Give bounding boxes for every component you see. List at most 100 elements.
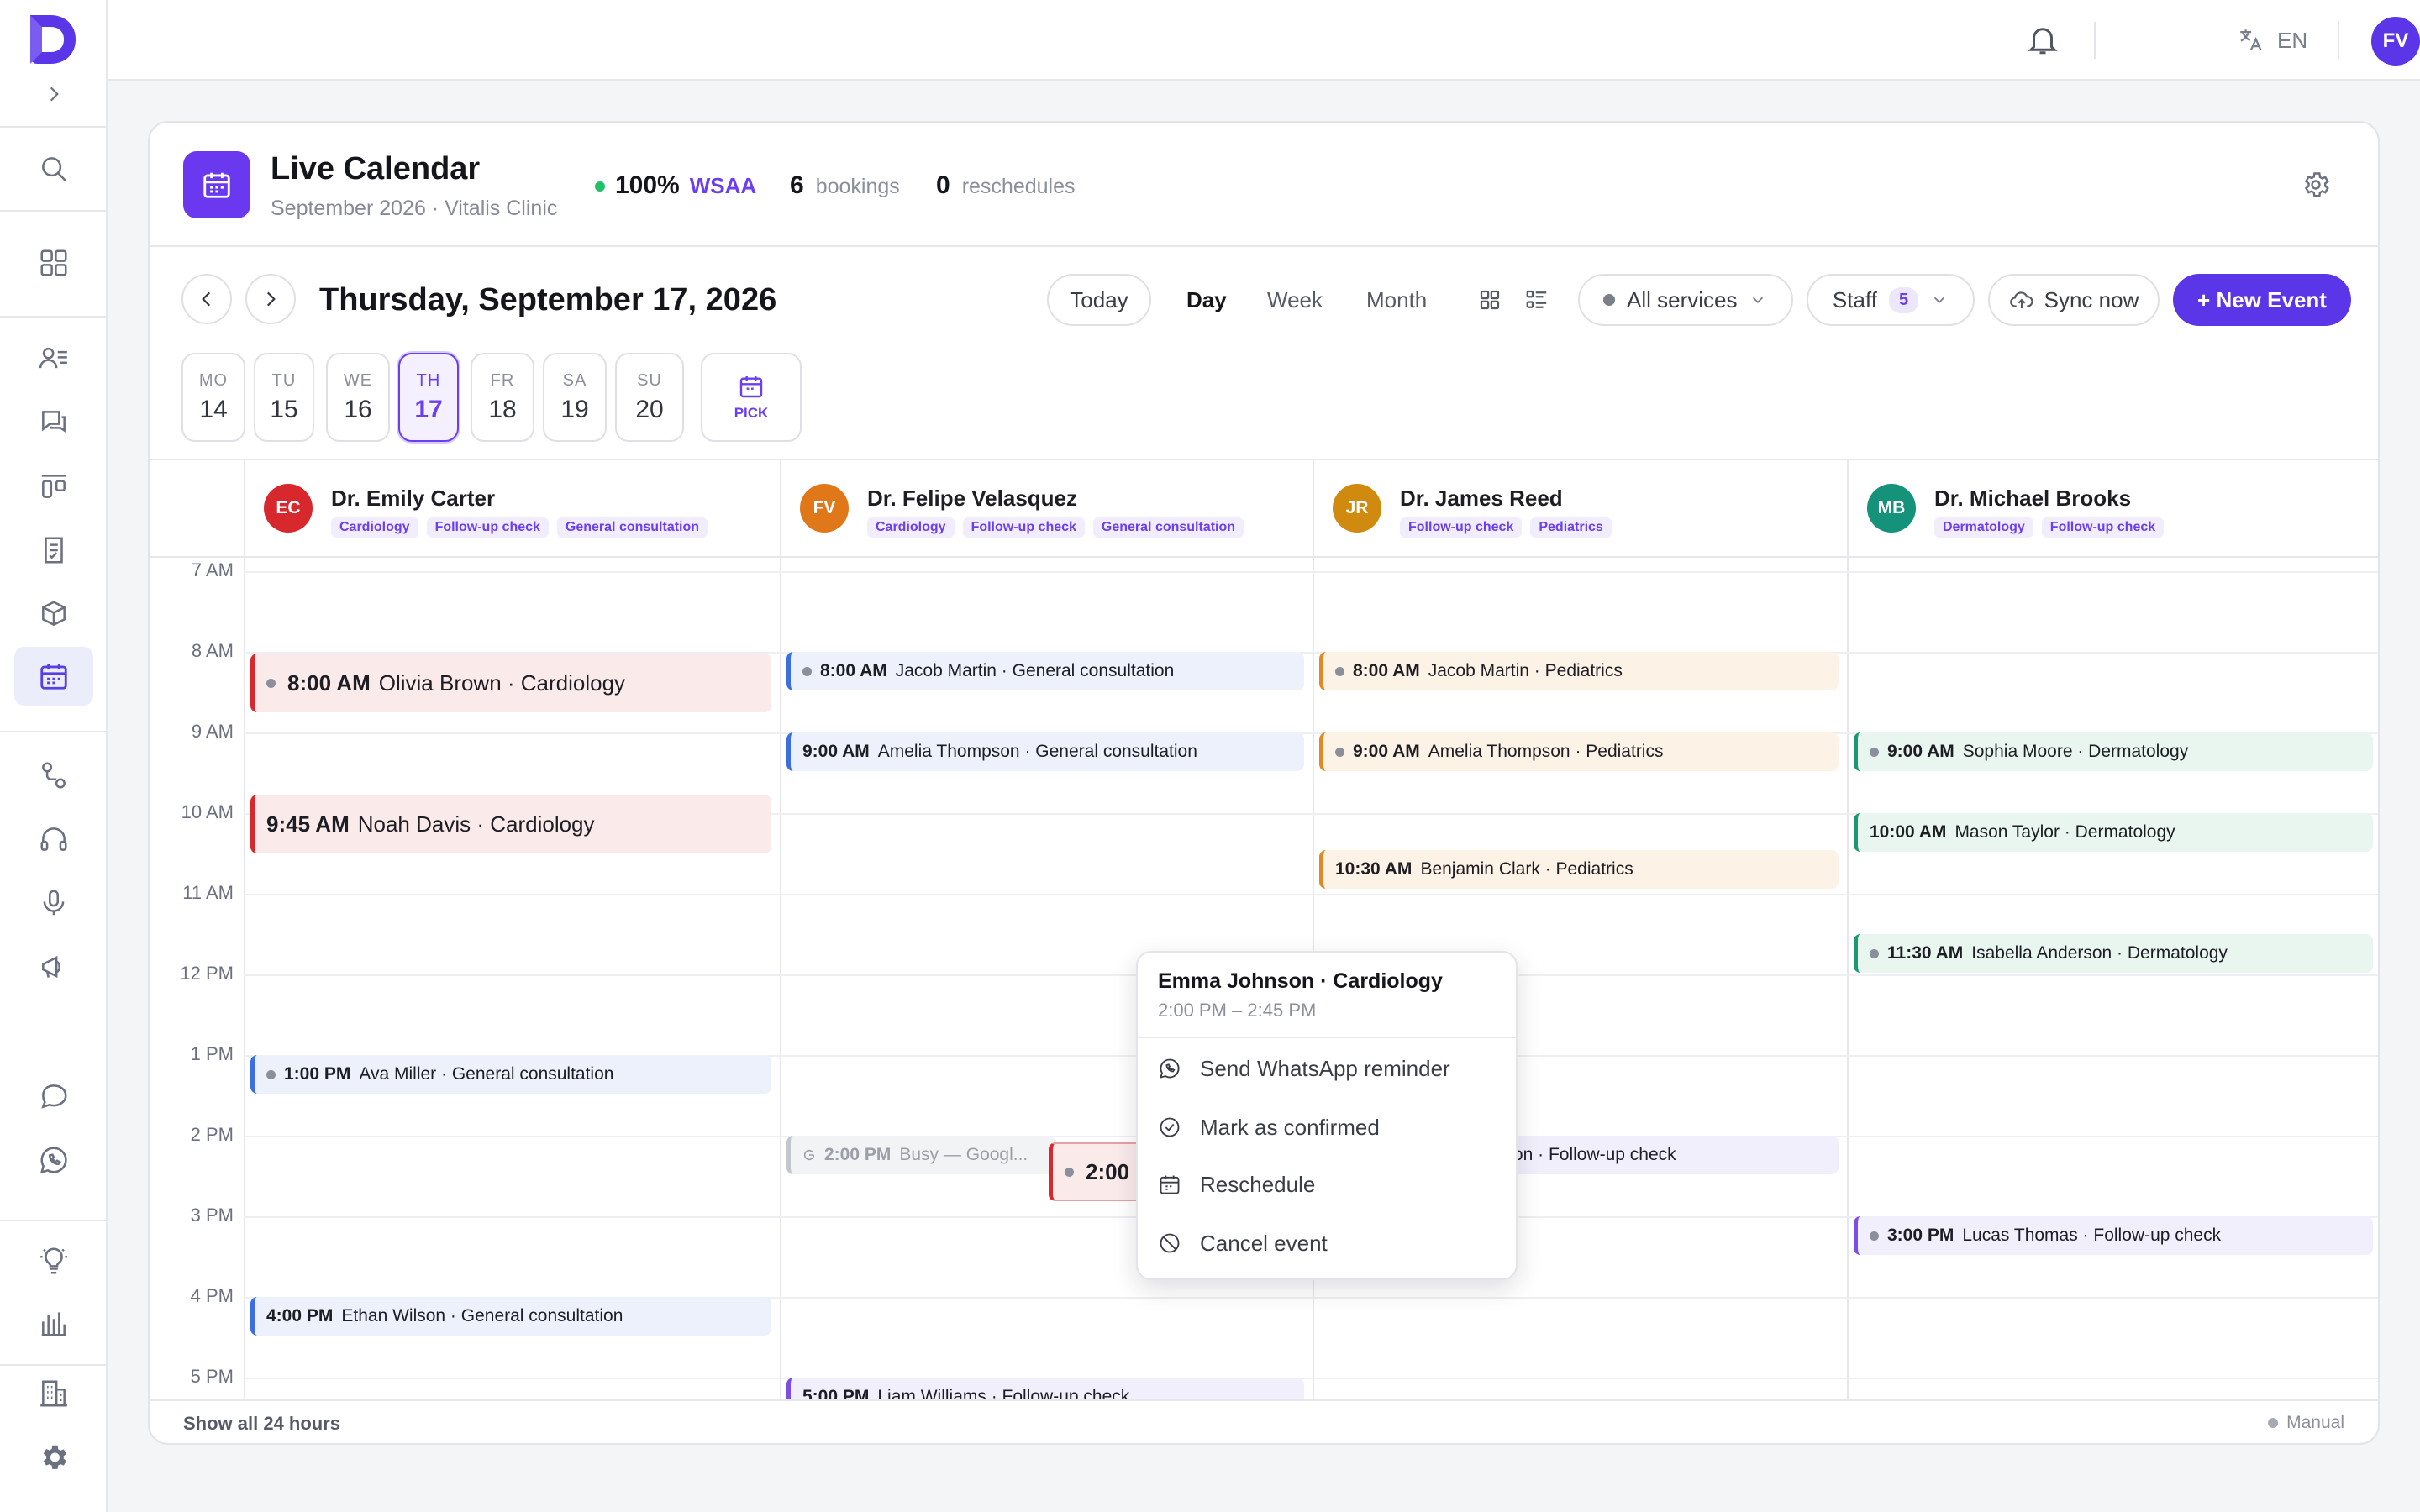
rail-whatsapp[interactable] (14, 1131, 93, 1189)
time-label: 5 PM (190, 1366, 234, 1387)
grid-view-icon[interactable] (1477, 287, 1502, 312)
event-block[interactable]: 10:30 AM Benjamin Clark · Pediatrics (1319, 850, 1839, 889)
rail-conversations[interactable] (14, 393, 93, 452)
services-filter[interactable]: All services (1578, 274, 1793, 326)
wsaa-link[interactable]: WSAA (690, 173, 756, 199)
event-block[interactable]: 9:00 AM Sophia Moore · Dermatology (1854, 732, 2373, 771)
day-option-th[interactable]: TH 17 (398, 353, 459, 442)
show-all-hours-link[interactable]: Show all 24 hours (183, 1413, 340, 1435)
event-block[interactable]: 8:00 AM Olivia Brown · Cardiology (250, 654, 771, 712)
sync-mode-indicator: Manual (2268, 1413, 2344, 1433)
cancel-event-item[interactable]: Cancel event (1158, 1226, 1328, 1260)
staff-avatar: MB (1867, 484, 1916, 533)
day-option-sa[interactable]: SA 19 (543, 353, 607, 442)
event-title: Lucas Thomas · Follow-up check (1962, 1226, 2222, 1245)
day-option-fr[interactable]: FR 18 (471, 353, 534, 442)
staff-column-header[interactable]: EC Dr. Emily Carter Cardiology Follow-up ch… (244, 460, 778, 556)
staff-column-header[interactable]: JR Dr. James Reed Follow-up check Pediatric… (1313, 460, 1845, 556)
view-month-tab[interactable]: Month (1366, 274, 1427, 326)
staff-name: Dr. Emily Carter (331, 486, 496, 511)
staff-filter[interactable]: Staff 5 (1807, 274, 1975, 326)
sync-now-button[interactable]: Sync now (1988, 274, 2160, 326)
event-block[interactable]: 8:00 AM Jacob Martin · General consultati… (786, 652, 1304, 690)
event-block[interactable]: 9:00 AM Amelia Thompson · General consult… (786, 732, 1304, 771)
list-view-icon[interactable] (1524, 287, 1549, 312)
language-code: EN (2277, 27, 2308, 53)
rail-analytics[interactable] (14, 1294, 93, 1352)
rail-calendar[interactable] (14, 647, 93, 706)
calendar-settings-icon[interactable] (2301, 170, 2331, 200)
event-time: 9:00 AM (1887, 742, 1954, 761)
day-option-mo[interactable]: MO 14 (182, 353, 245, 442)
service-tag: Follow-up check (962, 517, 1085, 538)
day-option-tu[interactable]: TU 15 (254, 353, 314, 442)
view-day-tab[interactable]: Day (1186, 274, 1227, 326)
bell-icon[interactable] (2025, 22, 2060, 57)
event-block[interactable]: 8:00 AM Jacob Martin · Pediatrics (1319, 652, 1839, 690)
headset-icon (38, 823, 70, 855)
rail-support[interactable] (14, 810, 93, 869)
today-button[interactable]: Today (1047, 274, 1151, 326)
rail-tasks[interactable] (14, 521, 93, 580)
event-block[interactable]: 9:45 AM Noah Davis · Cardiology (250, 795, 771, 853)
chevron-left-icon (196, 288, 218, 310)
rail-voice[interactable] (14, 874, 93, 932)
rail-inventory[interactable] (14, 585, 93, 643)
rail-insights[interactable] (14, 1231, 93, 1290)
day-name: TU (271, 370, 297, 390)
event-block[interactable]: 1:00 PM Ava Miller · General consultation (250, 1055, 771, 1094)
column-header-divider (150, 556, 2378, 558)
rail-organization[interactable] (14, 1364, 93, 1423)
event-block[interactable]: 5:00 PM Liam Williams · Follow-up check (786, 1378, 1304, 1399)
column-divider (244, 460, 245, 1399)
view-week-tab[interactable]: Week (1267, 274, 1323, 326)
service-tag: Pediatrics (1530, 517, 1612, 538)
chevron-right-icon (260, 288, 281, 310)
whatsapp-icon (38, 1144, 70, 1176)
new-event-button[interactable]: + New Event (2173, 274, 2351, 326)
event-status-dot (1335, 666, 1344, 676)
day-option-we[interactable]: WE 16 (326, 353, 390, 442)
event-title: Busy — Googl... (899, 1145, 1028, 1164)
whatsapp-icon (1158, 1057, 1181, 1080)
prev-day-button[interactable] (182, 274, 232, 324)
event-block[interactable]: 11:30 AM Isabella Anderson · Dermatology (1854, 934, 2373, 973)
mark-as-confirmed-item[interactable]: Mark as confirmed (1158, 1110, 1380, 1144)
rail-chat[interactable] (14, 1067, 93, 1126)
chevron-right-icon (43, 83, 65, 105)
hour-gridline (244, 1378, 2378, 1379)
pick-date-button[interactable]: PICK (701, 353, 802, 442)
left-nav-rail (0, 0, 108, 1512)
event-status-dot (1870, 747, 1879, 757)
day-number: 15 (270, 395, 298, 423)
event-block[interactable]: 4:00 PM Ethan Wilson · General consultati… (250, 1297, 771, 1336)
next-day-button[interactable] (245, 274, 296, 324)
page-title: Live Calendar (271, 151, 481, 186)
event-block[interactable]: 10:00 AM Mason Taylor · Dermatology (1854, 813, 2373, 852)
expand-rail-button[interactable] (14, 79, 93, 109)
event-block[interactable]: 3:00 PM Lucas Thomas · Follow-up check (1854, 1216, 2373, 1255)
event-block[interactable]: 2:00 PM Busy — Googl... (786, 1136, 1055, 1174)
reschedule-item[interactable]: Reschedule (1158, 1168, 1315, 1201)
send-whatsapp-reminder-item[interactable]: Send WhatsApp reminder (1158, 1052, 1450, 1085)
event-block[interactable]: 9:00 AM Amelia Thompson · Pediatrics (1319, 732, 1839, 771)
event-title: Amelia Thompson · Pediatrics (1428, 742, 1664, 761)
language-switcher[interactable]: EN (2237, 24, 2307, 57)
rail-settings[interactable] (14, 1428, 93, 1487)
pipeline-icon (38, 470, 70, 502)
rail-pipeline[interactable] (14, 457, 93, 516)
rail-search[interactable] (14, 139, 93, 198)
staff-column-header[interactable]: MB Dr. Michael Brooks Dermatology Follow-up… (1847, 460, 2378, 556)
rail-contacts[interactable] (14, 329, 93, 388)
app-logo[interactable] (25, 12, 79, 67)
day-option-su[interactable]: SU 20 (615, 353, 684, 442)
day-name: MO (198, 370, 229, 390)
bar-chart-icon (38, 1307, 70, 1339)
reschedules-count: 0 (936, 171, 950, 199)
rail-campaigns[interactable] (14, 937, 93, 996)
event-time: 2:00 PM (824, 1145, 892, 1164)
staff-column-header[interactable]: FV Dr. Felipe Velasquez Cardiology Follow-u… (780, 460, 1311, 556)
rail-workflows[interactable] (14, 746, 93, 805)
user-avatar[interactable]: FV (2371, 17, 2420, 66)
rail-dashboard[interactable] (14, 234, 93, 292)
